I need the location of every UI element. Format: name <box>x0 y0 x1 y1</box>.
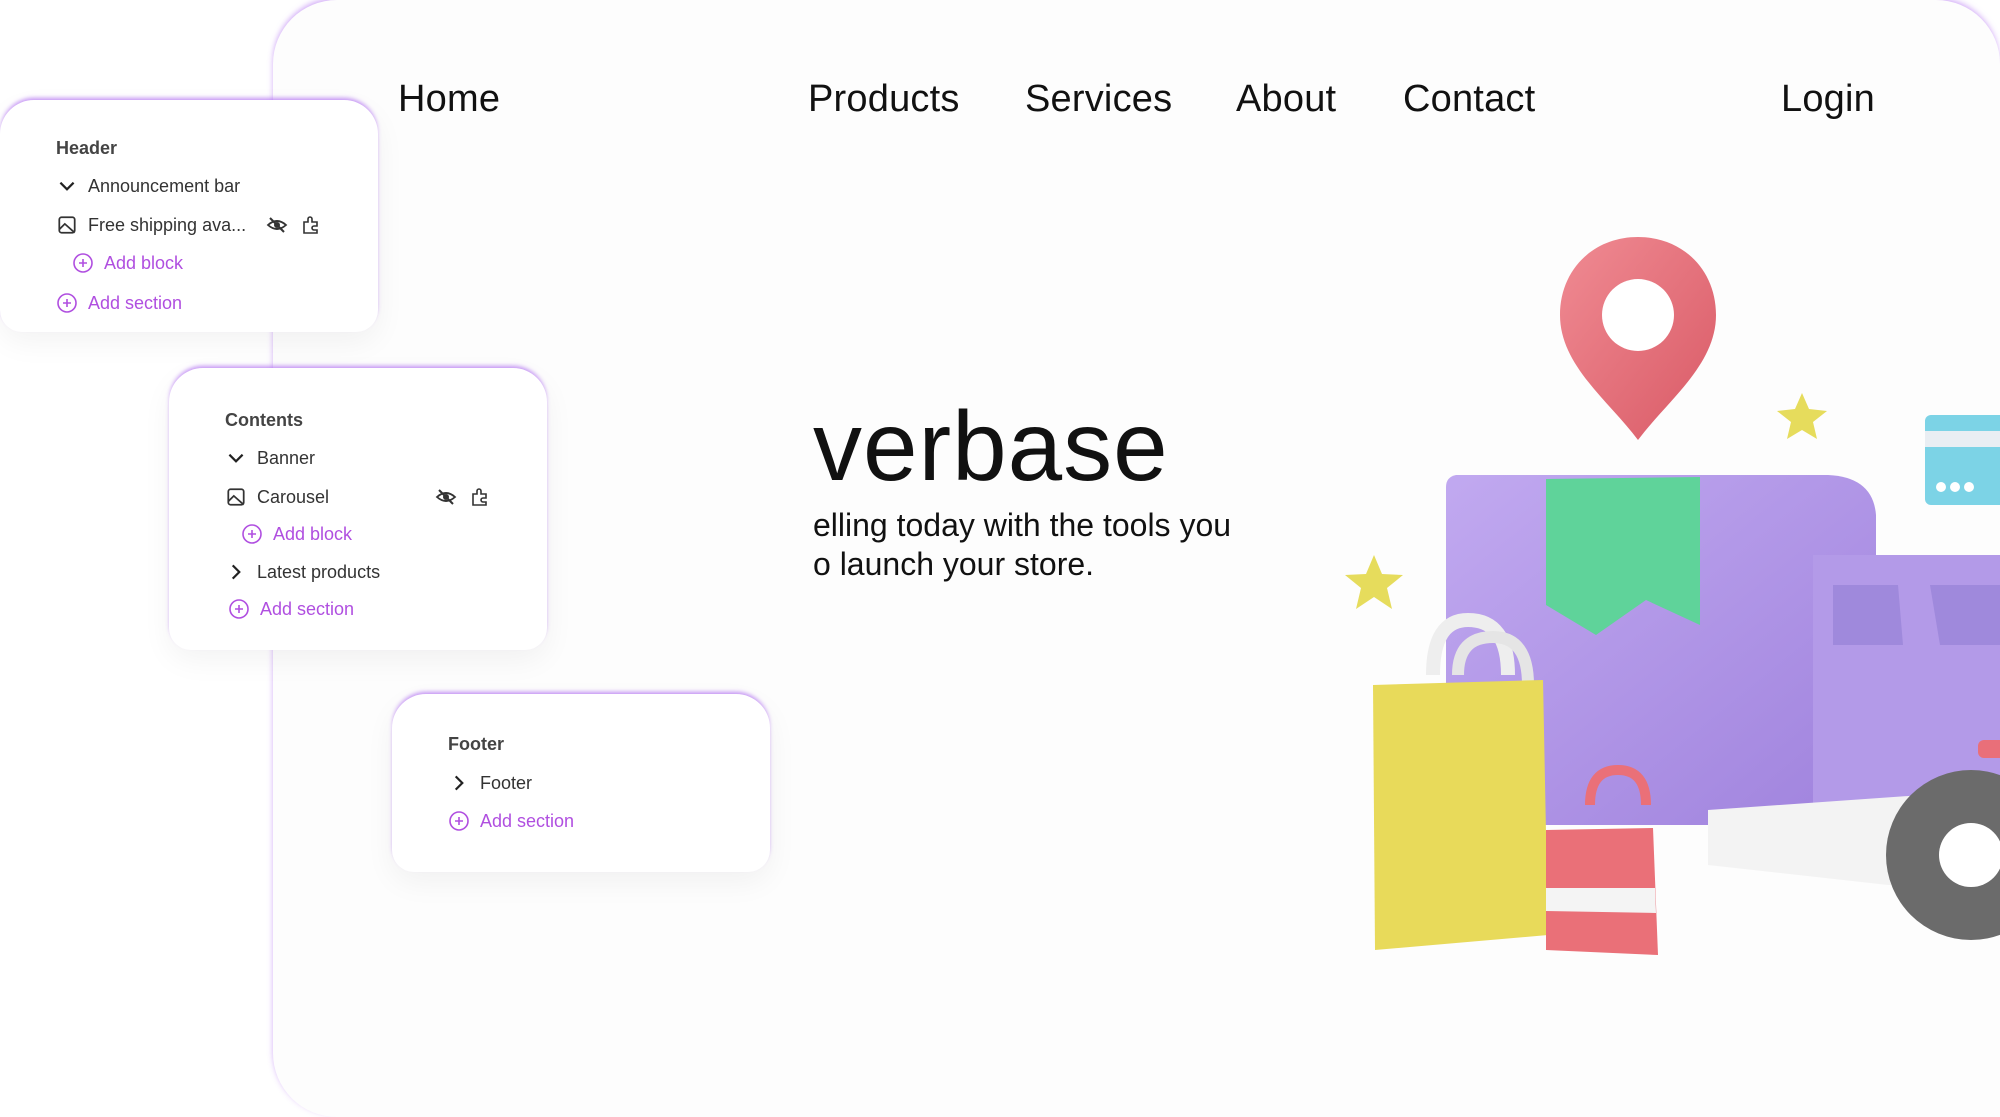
panel-title: Footer <box>448 734 504 754</box>
eye-off-icon[interactable] <box>435 486 457 508</box>
chevron-right-icon[interactable] <box>448 772 470 794</box>
star-icon <box>1345 555 1403 609</box>
block-label: Carousel <box>257 486 330 507</box>
add-section-label: Add section <box>480 810 575 831</box>
add-block-button[interactable]: Add block <box>241 523 352 545</box>
plus-circle-icon <box>72 252 94 274</box>
add-block-button[interactable]: Add block <box>72 252 183 274</box>
eye-off-icon[interactable] <box>266 214 288 236</box>
block-label: Free shipping ava... <box>88 214 247 235</box>
add-block-label: Add block <box>104 252 184 273</box>
block-carousel[interactable]: Carousel <box>225 486 329 508</box>
section-latest-products[interactable]: Latest products <box>225 561 380 583</box>
nav-home[interactable]: Home <box>398 78 500 121</box>
chevron-right-icon[interactable] <box>225 561 247 583</box>
block-icon <box>225 486 247 508</box>
section-label: Latest products <box>257 561 381 582</box>
nav-services[interactable]: Services <box>1025 78 1172 121</box>
contents-panel: Contents Banner Carousel Add block Lates… <box>169 368 547 650</box>
section-banner[interactable]: Banner <box>225 447 315 469</box>
section-announcement-bar[interactable]: Announcement bar <box>56 175 240 197</box>
shopping-bag-yellow-icon <box>1373 612 1548 950</box>
add-section-button[interactable]: Add section <box>56 292 182 314</box>
chevron-down-icon[interactable] <box>56 175 78 197</box>
plus-circle-icon <box>241 523 263 545</box>
star-icon <box>1777 393 1827 439</box>
add-section-button[interactable]: Add section <box>228 598 354 620</box>
block-free-shipping[interactable]: Free shipping ava... <box>56 214 246 236</box>
footer-panel: Footer Footer Add section <box>392 694 770 872</box>
plus-circle-icon <box>448 810 470 832</box>
delivery-truck-illustration <box>1345 237 2000 955</box>
nav-login[interactable]: Login <box>1781 78 1875 121</box>
header-panel: Header Announcement bar Free shipping av… <box>0 100 378 332</box>
panel-title: Header <box>56 138 118 158</box>
nav-about[interactable]: About <box>1236 78 1336 121</box>
nav-products[interactable]: Products <box>808 78 960 121</box>
block-actions <box>435 486 491 508</box>
block-icon <box>56 214 78 236</box>
plus-circle-icon <box>56 292 78 314</box>
add-section-label: Add section <box>88 292 183 313</box>
chevron-down-icon[interactable] <box>225 447 247 469</box>
section-label: Announcement bar <box>88 175 241 196</box>
hero-subtitle-line1: elling today with the tools you <box>813 507 1232 543</box>
puzzle-icon[interactable] <box>469 486 491 508</box>
hero-subtitle: elling today with the tools you o launch… <box>813 506 1231 584</box>
hero-title: verbase <box>813 391 1169 501</box>
hero-subtitle-line2: o launch your store. <box>813 546 1095 582</box>
section-label: Banner <box>257 447 316 468</box>
section-label: Footer <box>480 772 533 793</box>
add-section-label: Add section <box>260 598 355 619</box>
section-footer[interactable]: Footer <box>448 772 532 794</box>
plus-circle-icon <box>228 598 250 620</box>
add-block-label: Add block <box>273 523 353 544</box>
puzzle-icon[interactable] <box>300 214 322 236</box>
block-actions <box>266 214 322 236</box>
nav-contact[interactable]: Contact <box>1403 78 1535 121</box>
add-section-button[interactable]: Add section <box>448 810 574 832</box>
panel-title: Contents <box>225 410 303 430</box>
location-pin-icon <box>1560 237 1716 440</box>
credit-card-icon <box>1925 415 2000 505</box>
